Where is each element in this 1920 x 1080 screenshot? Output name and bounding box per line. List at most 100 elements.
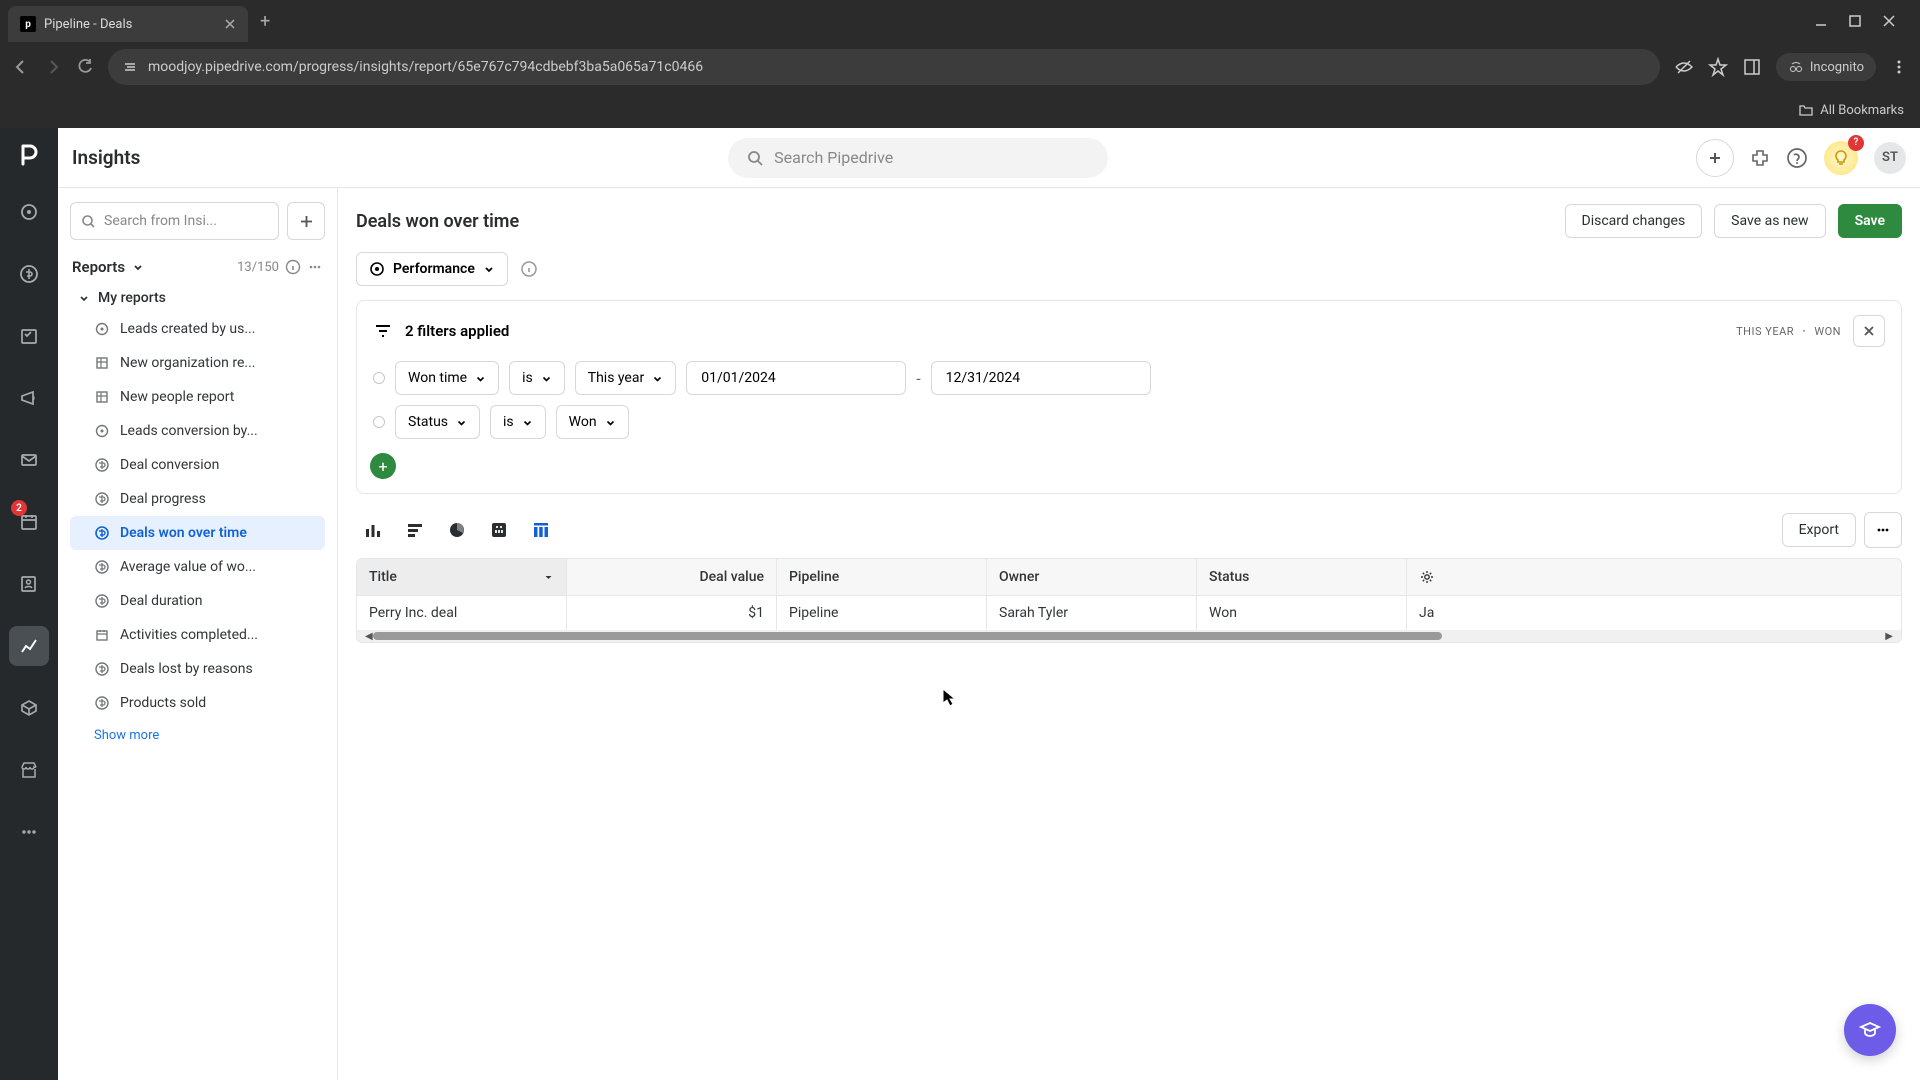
filter-field-chip[interactable]: Won time [395,361,499,395]
more-actions-button[interactable] [1864,512,1902,548]
close-tab-icon[interactable] [224,18,236,30]
info-icon[interactable] [285,259,301,275]
report-item[interactable]: Average value of wo... [70,550,325,584]
rail-insights[interactable] [9,626,49,666]
rail-products[interactable] [9,688,49,728]
new-tab-button[interactable]: + [260,11,270,32]
date-start-input[interactable]: 01/01/2024 [686,361,906,395]
eye-off-icon[interactable] [1674,57,1694,77]
report-item[interactable]: Leads conversion by... [70,414,325,448]
maximize-icon[interactable] [1848,14,1862,28]
scorecard-icon[interactable] [482,513,516,547]
th-settings[interactable] [1407,559,1447,595]
rail-projects[interactable] [9,316,49,356]
extensions-icon[interactable] [1750,148,1770,168]
th-owner[interactable]: Owner [987,559,1197,595]
report-item-active[interactable]: Deals won over time [70,516,325,550]
report-item[interactable]: New organization re... [70,346,325,380]
filter-op-chip[interactable]: is [509,361,565,395]
sidebar-search[interactable]: Search from Insi... [70,202,279,240]
scroll-thumb[interactable] [373,632,1443,640]
star-icon[interactable] [1708,57,1728,77]
report-item[interactable]: Deal progress [70,482,325,516]
chart-bar-icon[interactable] [398,513,432,547]
group-my-reports[interactable]: My reports [70,280,325,312]
close-window-icon[interactable] [1882,14,1896,28]
bulb-icon[interactable]: ? [1824,141,1858,175]
reports-count: 13/150 [237,260,279,275]
rail-more[interactable] [9,812,49,852]
rail-deals[interactable] [9,254,49,294]
window-controls [1814,14,1912,28]
filter-op-chip[interactable]: is [490,405,546,439]
browser-tab[interactable]: p Pipeline - Deals [8,6,248,42]
th-title[interactable]: Title [357,559,567,595]
discard-button[interactable]: Discard changes [1565,204,1703,238]
rail-campaigns[interactable] [9,378,49,418]
more-icon[interactable] [307,259,323,275]
filter-rows: Won time is This year 01/01/2024 - 12/31… [373,361,1885,479]
app-root: 2 Insights Search Pipedrive ? [0,128,1920,1080]
show-more-link[interactable]: Show more [70,720,325,751]
date-end-input[interactable]: 12/31/2024 [931,361,1151,395]
site-settings-icon[interactable] [122,59,138,75]
bookmarks-bar: All Bookmarks [0,92,1920,128]
panel-icon[interactable] [1742,57,1762,77]
bulb-badge: ? [1848,135,1864,151]
report-item[interactable]: Deals lost by reasons [70,652,325,686]
scroll-right-icon[interactable]: ▶ [1885,631,1893,642]
incognito-chip[interactable]: Incognito [1776,53,1876,81]
minimize-icon[interactable] [1814,14,1828,28]
report-title: Deals won over time [356,211,519,232]
table-row[interactable]: Perry Inc. deal $1 Pipeline Sarah Tyler … [357,596,1901,630]
forward-button[interactable] [44,58,62,76]
nav-rail: 2 [0,128,58,1080]
kebab-icon[interactable] [1890,58,1908,76]
app-body: Insights Search Pipedrive ? ST [58,128,1920,1080]
save-as-new-button[interactable]: Save as new [1714,204,1825,238]
chart-pie-icon[interactable] [440,513,474,547]
report-item[interactable]: Products sold [70,686,325,720]
report-item[interactable]: Activities completed... [70,618,325,652]
rail-activities[interactable]: 2 [9,502,49,542]
scroll-left-icon[interactable]: ◀ [365,631,373,642]
help-fab[interactable] [1844,1004,1896,1056]
reload-button[interactable] [76,58,94,76]
table-view-icon[interactable] [524,513,558,547]
url-field[interactable]: moodjoy.pipedrive.com/progress/insights/… [108,49,1660,85]
filter-value-chip[interactable]: Won [556,405,629,439]
graduation-cap-icon [1858,1018,1882,1042]
reports-header[interactable]: Reports 13/150 [70,254,325,280]
back-button[interactable] [12,58,30,76]
sidebar-add-button[interactable] [287,202,325,240]
th-pipeline[interactable]: Pipeline [777,559,987,595]
quick-add-button[interactable] [1696,139,1734,177]
filter-value-chip[interactable]: This year [575,361,677,395]
app-logo[interactable] [14,140,44,170]
report-item[interactable]: Deal duration [70,584,325,618]
rail-marketplace[interactable] [9,750,49,790]
bookmarks-label[interactable]: All Bookmarks [1820,103,1904,118]
report-item[interactable]: Deal conversion [70,448,325,482]
report-item[interactable]: Leads created by us... [70,312,325,346]
th-deal-value[interactable]: Deal value [567,559,777,595]
rail-contacts[interactable] [9,564,49,604]
global-search[interactable]: Search Pipedrive [728,138,1108,178]
th-status[interactable]: Status [1197,559,1407,595]
export-button[interactable]: Export [1782,513,1856,547]
collapse-filters-button[interactable] [1853,315,1885,347]
performance-row: Performance [356,252,1902,286]
user-avatar[interactable]: ST [1874,142,1906,174]
rail-leads[interactable] [9,192,49,232]
chart-column-icon[interactable] [356,513,390,547]
tab-bar: p Pipeline - Deals + [0,0,1920,42]
horizontal-scrollbar[interactable]: ◀ ▶ [357,630,1901,642]
filter-field-chip[interactable]: Status [395,405,480,439]
help-icon[interactable] [1786,147,1808,169]
performance-chip[interactable]: Performance [356,252,508,286]
add-filter-button[interactable]: + [370,453,396,479]
info-icon[interactable] [520,260,538,278]
report-item[interactable]: New people report [70,380,325,414]
save-button[interactable]: Save [1838,204,1902,238]
rail-mail[interactable] [9,440,49,480]
